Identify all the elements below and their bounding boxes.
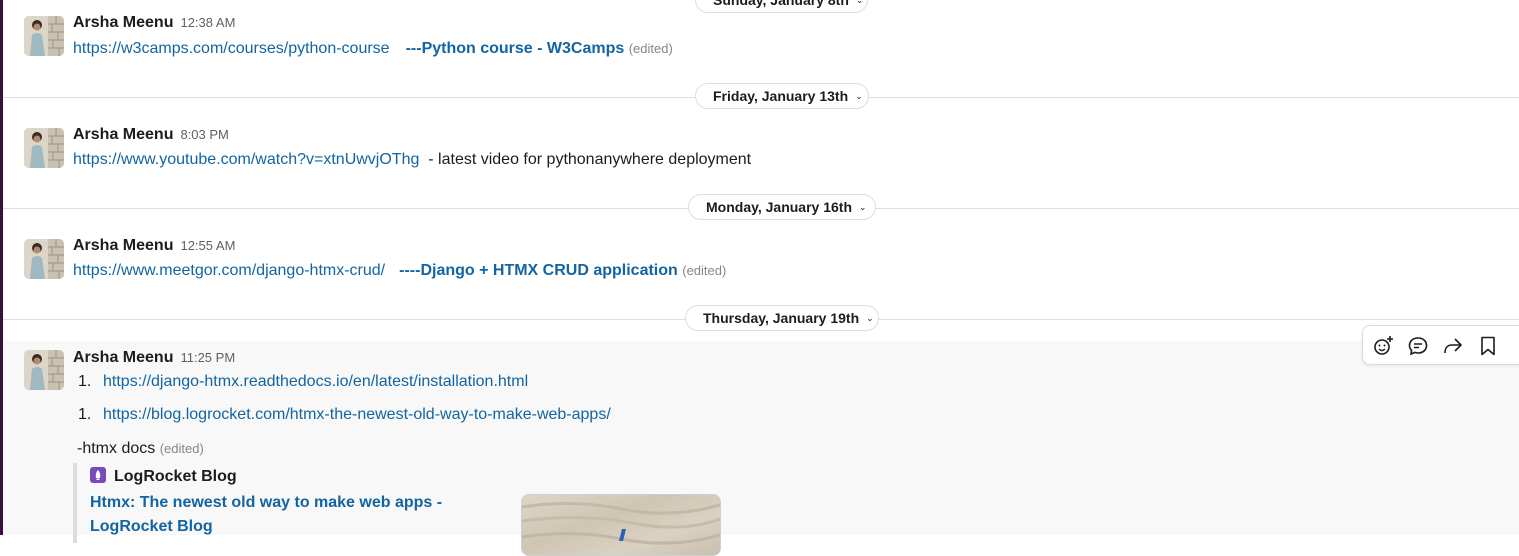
message: Arsha Meenu 12:38 AM https://w3camps.com/…: [3, 10, 1519, 70]
date-divider: Sunday, January 8th ⌄: [3, 0, 1519, 17]
message-text: https://www.youtube.com/watch?v=xtnUwvjO…: [73, 151, 751, 169]
list-number: 1.: [78, 406, 92, 423]
chevron-down-icon: ⌄: [855, 0, 864, 5]
timestamp[interactable]: 12:55 AM: [180, 238, 235, 253]
message-link[interactable]: https://blog.logrocket.com/htmx-the-newe…: [103, 406, 611, 423]
date-label: Monday, January 16th: [706, 199, 853, 215]
date-divider-button[interactable]: Sunday, January 8th ⌄: [695, 0, 868, 13]
rocket-icon: [90, 467, 106, 483]
link-title[interactable]: Django + HTMX CRUD application: [420, 262, 677, 279]
date-divider: Monday, January 16th ⌄: [3, 194, 1519, 224]
list-item: 1. https://django-htmx.readthedocs.io/en/…: [73, 373, 528, 391]
preview-title[interactable]: Htmx: The newest old way to make web app…: [90, 491, 470, 539]
list-item: 1. https://blog.logrocket.com/htmx-the-ne…: [73, 406, 611, 424]
link-preview: LogRocket Blog Htmx: The newest old way …: [73, 463, 777, 556]
date-divider: Thursday, January 19th ⌄: [3, 305, 1519, 335]
message-link[interactable]: https://www.youtube.com/watch?v=xtnUwvjO…: [73, 151, 419, 168]
date-divider-button[interactable]: Friday, January 13th ⌄: [695, 83, 869, 109]
avatar-image: [24, 239, 64, 279]
message-text: -htmx docs (edited): [77, 440, 204, 458]
message-link[interactable]: https://django-htmx.readthedocs.io/en/la…: [103, 373, 528, 390]
date-label: Thursday, January 19th: [703, 310, 860, 326]
timestamp[interactable]: 11:25 PM: [180, 350, 235, 365]
link-separator: ---: [405, 40, 422, 57]
preview-site-name[interactable]: LogRocket Blog: [114, 468, 237, 485]
chevron-down-icon: ⌄: [866, 313, 874, 323]
bookmark-icon: [1481, 336, 1495, 356]
author-name[interactable]: Arsha Meenu: [73, 126, 173, 143]
chevron-down-icon: ⌄: [855, 91, 863, 101]
date-divider-button[interactable]: Thursday, January 19th ⌄: [685, 305, 879, 331]
add-reaction-icon: [1374, 336, 1393, 355]
message-text: https://w3camps.com/courses/python-cours…: [73, 40, 673, 58]
message: Arsha Meenu 12:55 AM https://www.meetgor.…: [3, 233, 1519, 293]
message-note: -htmx docs: [77, 440, 156, 457]
date-divider: Friday, January 13th ⌄: [3, 83, 1519, 113]
avatar[interactable]: [24, 128, 64, 168]
link-title[interactable]: Python course - W3Camps: [422, 40, 625, 57]
avatar-image: [24, 350, 64, 390]
avatar[interactable]: [24, 16, 64, 56]
avatar-image: [24, 128, 64, 168]
preview-image[interactable]: [521, 494, 721, 556]
avatar-image: [24, 16, 64, 56]
edited-label: (edited): [628, 41, 673, 56]
preview-image-graphic: [522, 501, 720, 545]
link-separator: ----: [399, 262, 421, 279]
preview-site: LogRocket Blog: [90, 467, 237, 486]
message-text: https://www.meetgor.com/django-htmx-crud…: [73, 262, 726, 280]
message-link[interactable]: https://www.meetgor.com/django-htmx-crud…: [73, 262, 385, 279]
save-for-later-button[interactable]: [1476, 334, 1500, 358]
forward-message-icon: [1444, 338, 1462, 354]
message: Arsha Meenu 8:03 PM https://www.youtube.c…: [3, 122, 1519, 182]
edited-label: (edited): [159, 441, 204, 456]
timestamp[interactable]: 8:03 PM: [180, 127, 228, 142]
author-name[interactable]: Arsha Meenu: [73, 349, 173, 366]
add-reaction-button[interactable]: [1371, 334, 1395, 358]
message-suffix: - latest video for pythonanywhere deploy…: [428, 151, 752, 168]
reply-thread-button[interactable]: [1406, 334, 1430, 358]
date-divider-button[interactable]: Monday, January 16th ⌄: [688, 194, 876, 220]
author-name[interactable]: Arsha Meenu: [73, 237, 173, 254]
message-link[interactable]: https://w3camps.com/courses/python-cours…: [73, 40, 390, 57]
list-number: 1.: [78, 373, 92, 390]
edited-label: (edited): [682, 263, 727, 278]
forward-button[interactable]: [1441, 334, 1465, 358]
date-label: Friday, January 13th: [713, 88, 849, 104]
avatar[interactable]: [24, 350, 64, 390]
chevron-down-icon: ⌄: [859, 202, 867, 212]
timestamp[interactable]: 12:38 AM: [180, 15, 235, 30]
message-actions-toolbar: [1362, 325, 1519, 365]
date-label: Sunday, January 8th: [713, 0, 849, 8]
avatar[interactable]: [24, 239, 64, 279]
reply-in-thread-icon: [1408, 337, 1428, 356]
